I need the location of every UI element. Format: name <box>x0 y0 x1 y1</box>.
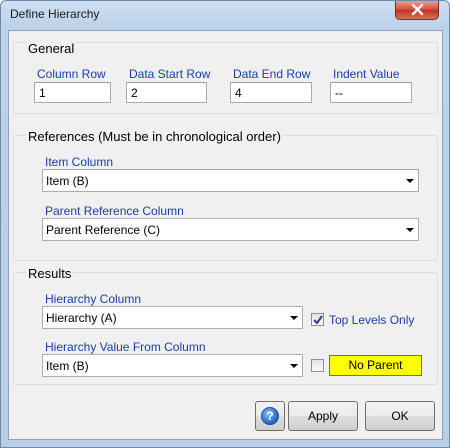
item-column-label: Item Column <box>45 155 114 169</box>
parent-reference-column-select[interactable]: Parent Reference (C) <box>42 218 419 241</box>
data-end-row-label: Data End Row <box>233 67 311 81</box>
parent-reference-column-value: Parent Reference (C) <box>46 223 161 237</box>
help-button[interactable]: ? <box>255 401 285 431</box>
top-levels-only-checkbox[interactable] <box>311 313 324 326</box>
hierarchy-column-select[interactable]: Hierarchy (A) <box>42 306 303 329</box>
no-parent-badge: No Parent <box>329 355 422 376</box>
column-row-input[interactable]: 1 <box>34 82 111 103</box>
ok-button[interactable]: OK <box>365 401 435 431</box>
dialog-window: Define Hierarchy General Column Row 1 Da… <box>0 0 450 448</box>
no-parent-checkbox[interactable] <box>311 359 324 372</box>
hierarchy-value-from-column-label: Hierarchy Value From Column <box>45 340 206 354</box>
dialog-body: General Column Row 1 Data Start Row 2 Da… <box>8 30 443 440</box>
general-group-label: General <box>26 41 77 56</box>
hierarchy-column-label: Hierarchy Column <box>45 292 142 306</box>
chevron-down-icon <box>290 364 298 368</box>
references-group <box>13 135 438 261</box>
results-group-label: Results <box>26 266 74 281</box>
apply-button[interactable]: Apply <box>288 401 358 431</box>
parent-reference-column-label: Parent Reference Column <box>45 204 184 218</box>
indent-value-label: Indent Value <box>333 67 400 81</box>
hierarchy-value-from-column-select[interactable]: Item (B) <box>42 354 303 377</box>
chevron-down-icon <box>406 179 414 183</box>
item-column-select[interactable]: Item (B) <box>42 169 419 192</box>
chevron-down-icon <box>406 228 414 232</box>
indent-value-input[interactable]: -- <box>330 82 412 103</box>
data-start-row-label: Data Start Row <box>129 67 211 81</box>
window-title: Define Hierarchy <box>10 7 100 21</box>
item-column-value: Item (B) <box>46 174 89 188</box>
hierarchy-column-value: Hierarchy (A) <box>46 311 117 325</box>
hierarchy-value-from-column-value: Item (B) <box>46 359 89 373</box>
data-end-row-input[interactable]: 4 <box>230 82 312 103</box>
column-row-label: Column Row <box>37 67 106 81</box>
references-group-label: References (Must be in chronological ord… <box>26 129 283 144</box>
check-icon <box>313 315 323 325</box>
close-icon <box>411 4 424 16</box>
help-icon: ? <box>261 407 279 425</box>
close-button[interactable] <box>395 1 439 20</box>
data-start-row-input[interactable]: 2 <box>126 82 207 103</box>
title-bar[interactable]: Define Hierarchy <box>1 1 449 27</box>
top-levels-only-label[interactable]: Top Levels Only <box>329 313 414 327</box>
chevron-down-icon <box>290 316 298 320</box>
